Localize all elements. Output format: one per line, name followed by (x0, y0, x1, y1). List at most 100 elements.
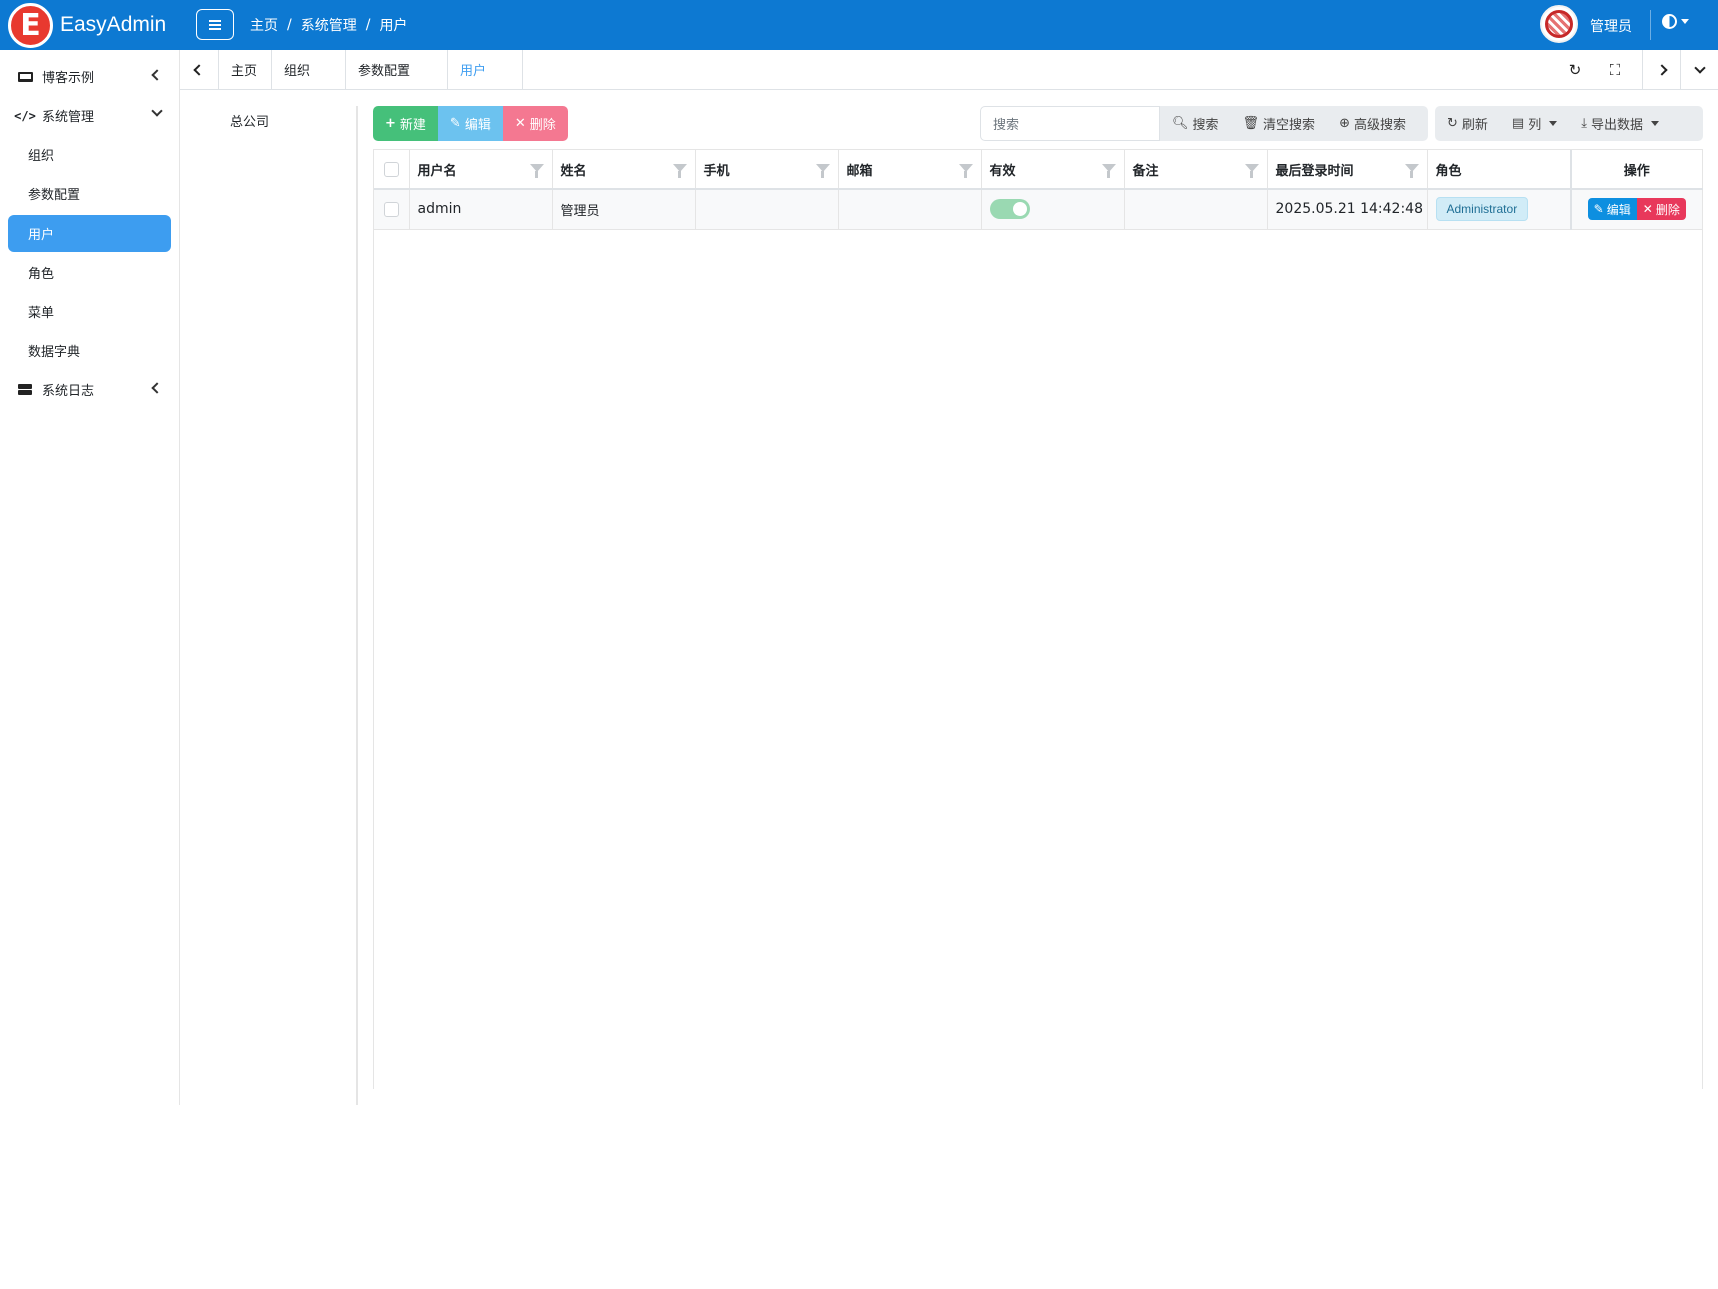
chevron-left-icon (193, 63, 205, 76)
column-header-phone[interactable]: 手机 (695, 150, 839, 190)
button-label: 新建 (399, 118, 426, 133)
caret-down-icon (1651, 121, 1659, 126)
search-button[interactable]: 🔍︎ 搜索 (1160, 106, 1231, 141)
table-row[interactable]: admin 管理员 2025.05.21 14:42:48 Administra… (374, 189, 1703, 230)
column-header-note[interactable]: 备注 (1124, 150, 1268, 190)
sidebar-item-blog[interactable]: 博客示例 (8, 58, 171, 95)
filter-icon[interactable] (672, 164, 687, 178)
sidebar-item-dictionary[interactable]: 数据字典 (8, 332, 171, 369)
breadcrumb-item-system[interactable]: 系统管理 (301, 15, 357, 35)
button-label: 编辑 (464, 118, 491, 133)
select-all-header (374, 150, 410, 190)
header-label: 手机 (703, 163, 730, 179)
fullscreen-button[interactable]: ⛶ (1600, 50, 1630, 89)
server-icon (16, 384, 34, 395)
sidebar-item-config[interactable]: 参数配置 (8, 175, 171, 212)
row-checkbox[interactable] (383, 201, 399, 217)
table-header-row: 用户名 姓名 手机 邮箱 有效 备注 最后登录时间 角色 操作 (374, 150, 1703, 190)
theme-toggle-button[interactable] (1662, 14, 1689, 29)
filter-icon[interactable] (1404, 164, 1419, 178)
refresh-button[interactable]: ↻ 刷新 (1435, 106, 1500, 141)
sidebar-item-label: 用户 (28, 228, 55, 243)
row-select-cell (374, 189, 410, 230)
close-icon: ✕ (514, 116, 526, 131)
breadcrumb-item-home[interactable]: 主页 (250, 15, 278, 35)
user-name[interactable]: 管理员 (1590, 16, 1632, 36)
button-label: 清空搜索 (1263, 118, 1316, 133)
header-label: 用户名 (417, 163, 457, 179)
chevron-right-icon (1655, 63, 1668, 76)
sidebar-item-label: 菜单 (28, 306, 55, 321)
columns-dropdown[interactable]: ▤ 列 (1500, 106, 1569, 141)
button-label: 删除 (529, 118, 556, 133)
breadcrumb-item-users: 用户 (379, 18, 408, 34)
header-label: 姓名 (560, 163, 587, 179)
column-header-actions: 操作 (1570, 150, 1703, 190)
tab-label: 用户 (460, 64, 487, 79)
laptop-icon (16, 71, 34, 82)
sidebar-toggle-button[interactable] (196, 9, 234, 40)
tab-menu-button[interactable] (1680, 50, 1718, 89)
sidebar-item-roles[interactable]: 角色 (8, 254, 171, 291)
refresh-tab-button[interactable]: ↻ (1560, 50, 1590, 89)
app-title[interactable]: EasyAdmin (60, 13, 166, 37)
row-action-group: ✎ 编辑 ✕ 删除 (1587, 198, 1686, 221)
header-label: 备注 (1132, 163, 1159, 179)
chevron-left-icon (151, 69, 163, 81)
tab-label: 主页 (231, 64, 258, 79)
user-avatar[interactable] (1540, 5, 1578, 43)
avatar-image (1545, 10, 1573, 38)
sidebar-item-org[interactable]: 组织 (8, 136, 171, 173)
enabled-toggle[interactable] (989, 199, 1030, 220)
table-tools-group: ↻ 刷新 ▤ 列 ⤓ 导出数据 (1435, 106, 1703, 141)
tab-scroll-left-button[interactable] (180, 50, 218, 89)
close-icon: ✕ (1642, 202, 1653, 217)
sidebar-item-label: 参数配置 (28, 188, 81, 203)
caret-down-icon (1549, 121, 1558, 126)
org-tree-node[interactable]: 总公司 (230, 111, 269, 130)
refresh-icon: ↻ (1447, 116, 1458, 131)
search-input[interactable]: 搜索 (980, 106, 1160, 141)
sidebar-item-users[interactable]: 用户 (8, 215, 171, 252)
advanced-search-button[interactable]: ⊕ 高级搜索 (1327, 106, 1418, 141)
select-all-checkbox[interactable] (383, 161, 399, 177)
sidebar-item-logs[interactable]: 系统日志 (8, 371, 171, 408)
cell-note (1124, 189, 1268, 230)
tab-label: 参数配置 (358, 64, 411, 79)
column-header-last-login[interactable]: 最后登录时间 (1267, 150, 1428, 190)
app-logo[interactable]: E (8, 3, 53, 48)
column-header-username[interactable]: 用户名 (409, 150, 553, 190)
tab-org[interactable]: 组织 (271, 50, 345, 89)
cell-email (838, 189, 982, 230)
row-delete-button[interactable]: ✕ 删除 (1636, 198, 1686, 221)
tab-config[interactable]: 参数配置 (345, 50, 447, 89)
breadcrumb-separator: / (365, 17, 371, 33)
tab-bar: 主页 组织 参数配置 用户 ↻ ⛶ (180, 50, 1718, 90)
button-label: 高级搜索 (1353, 118, 1406, 133)
column-header-enabled[interactable]: 有效 (981, 150, 1125, 190)
new-button[interactable]: + 新建 (373, 106, 438, 141)
sidebar-item-system[interactable]: </> 系统管理 (8, 97, 171, 134)
column-header-email[interactable]: 邮箱 (838, 150, 982, 190)
cell-username: admin (409, 189, 553, 230)
tab-home[interactable]: 主页 (218, 50, 271, 89)
column-header-name[interactable]: 姓名 (552, 150, 696, 190)
filter-icon[interactable] (1101, 164, 1116, 178)
tab-users[interactable]: 用户 (447, 50, 523, 89)
sidebar-item-label: 数据字典 (28, 345, 81, 360)
edit-button[interactable]: ✎ 编辑 (437, 106, 503, 141)
export-dropdown[interactable]: ⤓ 导出数据 (1569, 106, 1671, 141)
tab-scroll-right-button[interactable] (1642, 50, 1680, 89)
clear-search-button[interactable]: 🗑︎ 清空搜索 (1231, 106, 1328, 141)
delete-button[interactable]: ✕ 删除 (502, 106, 568, 141)
filter-icon[interactable] (1244, 164, 1259, 178)
filter-icon[interactable] (958, 164, 973, 178)
filter-icon[interactable] (529, 164, 544, 178)
header-label: 操作 (1623, 163, 1650, 179)
sidebar-item-menus[interactable]: 菜单 (8, 293, 171, 330)
code-icon: </> (14, 108, 36, 123)
sidebar: 博客示例 </> 系统管理 组织 参数配置 用户 角色 菜单 数据字典 系统日志 (0, 50, 180, 1105)
edit-icon: ✎ (449, 116, 461, 131)
filter-icon[interactable] (815, 164, 830, 178)
row-edit-button[interactable]: ✎ 编辑 (1587, 198, 1637, 221)
